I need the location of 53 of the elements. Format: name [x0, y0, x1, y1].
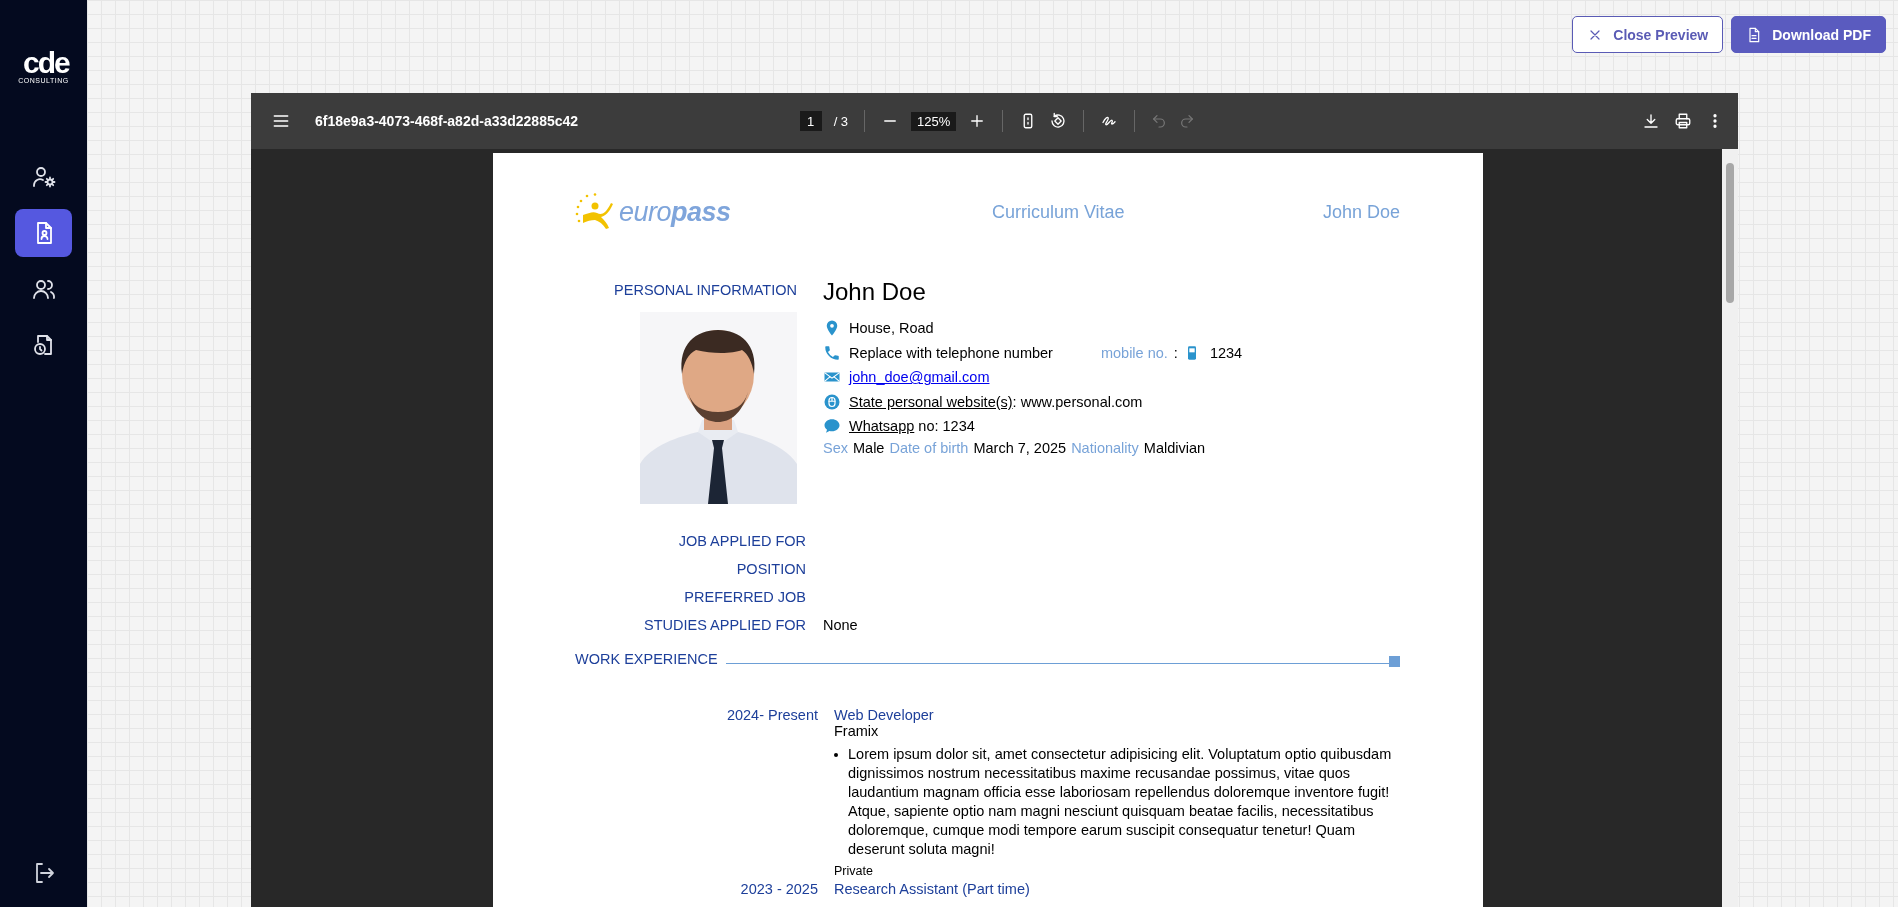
- job-title: Research Assistant (Part time): [834, 881, 1031, 897]
- page-number-field[interactable]: 1: [799, 111, 822, 131]
- detail-value: Maldivian: [1143, 439, 1206, 456]
- rotate-icon[interactable]: [1049, 112, 1068, 130]
- field-label: PREFERRED JOB: [683, 589, 806, 605]
- section-label: WORK EXPERIENCE: [575, 651, 718, 667]
- header-name: John Doe: [1322, 201, 1400, 223]
- sidebar-item[interactable]: [15, 209, 72, 257]
- sector-text: Private: [834, 864, 874, 878]
- detail-value: Male: [853, 439, 885, 456]
- detail-value: March 7, 2025: [973, 439, 1067, 456]
- user-gear-icon: [31, 165, 56, 189]
- person-name: John Doe: [823, 278, 927, 306]
- mouse-icon: [823, 392, 841, 411]
- employer-name: Framix: [834, 723, 880, 739]
- date-range: 2024- Present: [725, 707, 818, 725]
- undo-icon: [1151, 113, 1168, 129]
- scrollbar[interactable]: [1722, 149, 1738, 907]
- europass-logo: europass: [619, 196, 731, 228]
- contact-text: State personal website(s): www.personal.com: [849, 393, 1143, 410]
- logo: cde: [23, 50, 69, 76]
- contact-link[interactable]: Whatsapp: [849, 418, 915, 435]
- job-title: Web Developer: [834, 707, 935, 723]
- mobile-label: mobile no.: [1100, 344, 1168, 361]
- print-icon[interactable]: [1674, 112, 1692, 130]
- document-title: Curriculum Vitae: [991, 201, 1125, 223]
- job-description: Lorem ipsum dolor sit, amet consectetur adipisicing elit. Voluptatum optio quibusdam dignissimos nostrum necessitatibus maxime recusandae possimus, vitae quos laudantium magnam officia esse laboriosam repellendus doloremque inventore fugit! Atque, sapiente optio nam magni nesciunt quisquam beatae facilis, necessitatibus doloremque, cumque modi tempore earum suscipit consequatur tenetur! Quam deserunt soluta magni!: [848, 745, 1393, 859]
- detail-label: Nationality: [1071, 439, 1139, 456]
- colon: :: [1173, 344, 1178, 361]
- file-name: 6f18e9a3-4073-468f-a82d-a33d22885c42: [315, 113, 579, 129]
- field-label: POSITION: [735, 561, 806, 577]
- contact-link[interactable]: State personal website(s): [849, 393, 1013, 410]
- detail-label: Sex: [823, 439, 848, 456]
- section-label: PERSONAL INFORMATION: [614, 282, 797, 298]
- date-range: 2023 - 2025: [739, 881, 818, 897]
- phone-icon: [823, 343, 841, 362]
- contact-text: Replace with telephone number: [849, 344, 1053, 361]
- contact-text: House, Road: [849, 320, 934, 337]
- bullet-icon: [834, 753, 838, 757]
- email-link[interactable]: john_doe@gmail.com: [849, 369, 990, 386]
- contact-text: Whatsapp no: 1234: [849, 418, 975, 435]
- page-count: / 3: [833, 113, 849, 129]
- close-preview-button[interactable]: Close Preview: [1572, 16, 1724, 53]
- field-label: STUDIES APPLIED FOR: [643, 617, 806, 633]
- redo-icon: [1179, 113, 1196, 129]
- users-icon: [31, 277, 56, 301]
- field-value: None: [823, 617, 858, 633]
- download-button[interactable]: Download PDF: [1731, 16, 1886, 53]
- detail-label: Date of birth: [889, 439, 969, 456]
- field-label: JOB APPLIED FOR: [677, 533, 806, 549]
- mobile-number: 1234: [1209, 344, 1243, 361]
- download-icon[interactable]: [1642, 112, 1660, 130]
- zoom-level[interactable]: 125%: [911, 111, 957, 131]
